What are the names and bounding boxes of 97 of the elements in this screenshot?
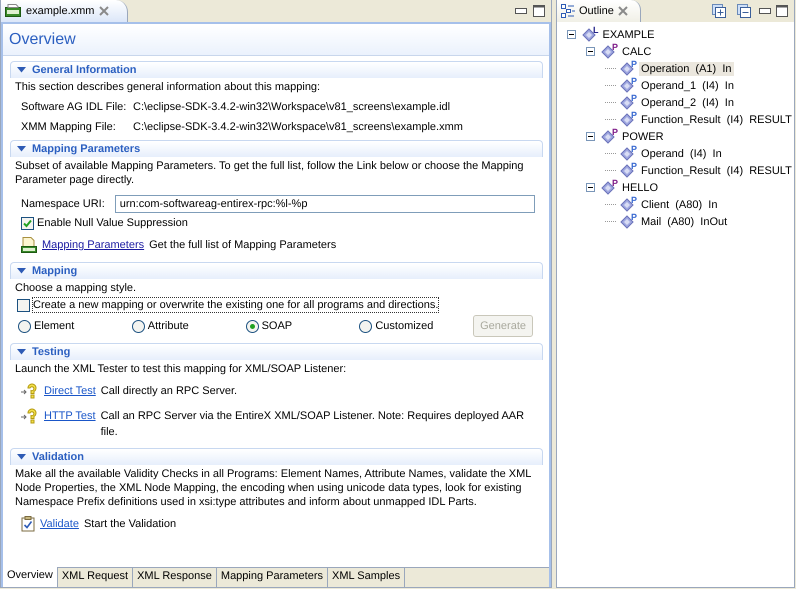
clipboard-check-icon [21,516,35,532]
namespace-field[interactable]: urn:com-softwareag-entirex-rpc:%l-%p [114,195,535,213]
section-description: Choose a mapping style. [15,281,138,295]
link[interactable]: Mapping Parameters [42,238,144,252]
section-title: Testing [32,346,70,358]
minimize-icon[interactable] [515,8,527,14]
outline-tab[interactable]: Outline [557,0,641,22]
collapse-icon[interactable] [17,349,26,355]
collapse-toggle[interactable] [586,132,595,141]
tree-item[interactable]: Operand_2 (I4) In [639,96,736,110]
tree-item[interactable]: POWER [620,130,666,144]
expand-all-icon[interactable] [712,4,726,18]
minimize-icon[interactable] [759,8,771,14]
file-icon [5,4,21,18]
link[interactable]: HTTP Test [44,408,96,424]
tab-title: example.xmm [26,5,94,17]
node-letter: P [631,110,638,120]
section-title: General Information [32,64,137,76]
collapse-toggle[interactable] [586,47,595,56]
tree-item[interactable]: Operation (A1) In [639,62,734,76]
page-tab[interactable]: XML Samples [328,568,406,587]
tab-title: Outline [579,5,614,17]
link[interactable]: Validate [40,516,79,532]
editor-tab[interactable]: example.xmm [1,0,128,22]
node-letter: P [612,178,618,188]
checkbox-label: Enable Null Value Suppression [37,216,188,230]
field-label: Namespace URI: [21,197,105,211]
collapse-icon[interactable] [17,67,26,73]
collapse-icon[interactable] [17,268,26,274]
node-letter: P [612,42,618,52]
section-description: This section describes general information about this mapping: [15,80,322,94]
node-letter: L [593,24,598,34]
field-value: C:\eclipse-SDK-3.4.2-win32\Workspace\v81_screens\example.xmm [133,120,463,134]
tree-item[interactable]: Mail (A80) InOut [639,214,730,228]
maximize-icon[interactable] [533,5,545,17]
section-header[interactable]: Mapping [10,262,543,279]
field-value: C:\eclipse-SDK-3.4.2-win32\Workspace\v81_screens\example.idl [133,100,450,114]
section-title: Validation [32,451,84,463]
collapse-all-icon[interactable] [737,4,751,18]
node-letter: P [631,58,638,68]
page-tab[interactable]: Mapping Parameters [216,568,328,587]
node-letter: P [631,194,638,204]
link[interactable]: Direct Test [44,383,96,399]
document-icon [21,237,37,253]
page-tab[interactable]: XML Request [58,568,134,587]
link-description: Get the full list of Mapping Parameters [149,238,336,252]
close-icon[interactable] [99,6,110,16]
collapse-icon[interactable] [17,146,26,152]
node-letter: P [631,160,638,170]
field-label: XMM Mapping File: [21,120,117,134]
maximize-icon[interactable] [776,5,788,17]
page-tab[interactable]: XML Response [133,568,217,587]
radio-label: Element [34,319,74,333]
node-letter: P [631,92,638,102]
radio-button[interactable] [132,320,145,332]
section-header[interactable]: Validation [10,448,543,465]
run-test-icon [21,408,39,424]
section-description: Subset of available Mapping Parameters. To get the full list, follow the Link below or choose the Mapping Parameter page directly. [15,159,525,187]
tree-item[interactable]: CALC [620,44,654,58]
outline-icon [561,4,575,18]
tree-item[interactable]: HELLO [620,180,660,194]
section-title: Mapping [32,265,78,277]
node-letter: P [631,76,638,86]
collapse-toggle[interactable] [586,183,595,192]
link-description: Call an RPC Server via the EntireX XML/SOAP Listener. Note: Requires deployed AAR file. [100,409,526,440]
section-header[interactable]: General Information [10,61,543,78]
page-tab[interactable]: Overview [3,567,58,587]
checkbox[interactable] [21,216,34,230]
section-title: Mapping Parameters [32,143,140,155]
section-description: Launch the XML Tester to test this mapping for XML/SOAP Listener: [15,362,348,376]
section-header[interactable]: Mapping Parameters [10,140,543,157]
link-description: Call directly an RPC Server. [100,384,238,399]
tree-item[interactable]: EXAMPLE [600,28,656,42]
node-letter: P [612,126,618,136]
field-label: Software AG IDL File: [21,100,128,114]
radio-label: Customized [375,319,434,333]
run-test-icon [21,383,39,399]
radio-button[interactable] [359,320,372,332]
node-letter: P [631,212,638,222]
close-icon[interactable] [618,6,628,16]
tree-item[interactable]: Operand_1 (I4) In [639,78,736,92]
checkbox[interactable] [17,298,30,312]
radio-button[interactable] [246,320,259,332]
radio-button[interactable] [18,320,31,332]
section-description: Make all the available Validity Checks in all Programs: Element Names, Attribute Names, validate the XML Node Properties, the XML Node Mapping, the encoding when using unicode data types, look for existing Namespace Prefix definitions used in xsi:type attributes and inform about unmapped IDL Parts. [15,467,532,509]
tree-item[interactable]: Function_Result (I4) RESULT [639,164,794,178]
section-header[interactable]: Testing [10,343,543,360]
collapse-toggle[interactable] [567,30,576,39]
tree-item[interactable]: Operand (I4) In [639,146,724,160]
tree-item[interactable]: Function_Result (I4) RESULT [639,112,794,126]
radio-label: SOAP [262,319,292,333]
radio-label: Attribute [148,319,189,333]
node-letter: P [631,144,638,154]
checkbox-label: Create a new mapping or overwrite the existing one for all programs and directions. [33,298,438,312]
tree-item[interactable]: Client (A80) In [639,198,720,212]
collapse-icon[interactable] [17,454,26,460]
link-description: Start the Validation [84,517,178,532]
